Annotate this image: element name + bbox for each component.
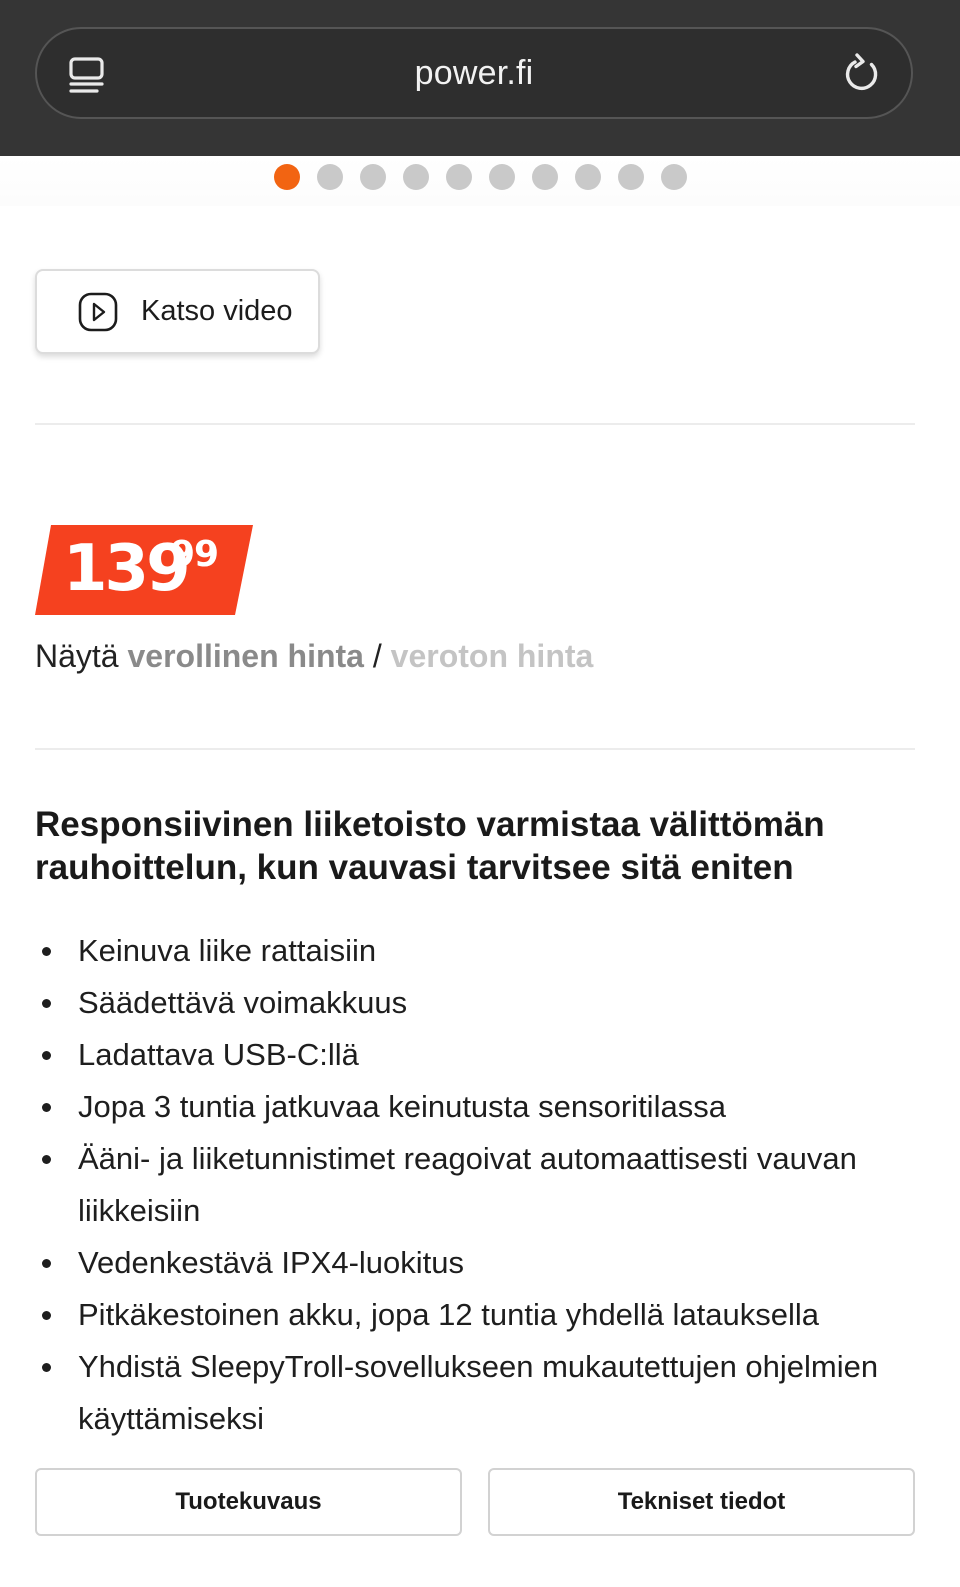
feature-item: Vedenkestävä IPX4-luokitus: [35, 1237, 915, 1289]
carousel-dot[interactable]: [359, 164, 386, 190]
browser-address-bar: power.fi: [0, 0, 960, 156]
vat-toggle: Näytä verollinen hinta / veroton hinta: [35, 638, 593, 675]
carousel-dot[interactable]: [660, 164, 687, 190]
vat-excl-link[interactable]: veroton hinta: [391, 638, 594, 674]
reload-icon[interactable]: [841, 53, 883, 95]
watch-video-label: Katso video: [141, 295, 293, 327]
carousel-dot[interactable]: [531, 164, 558, 190]
tab-product-description[interactable]: Tuotekuvaus: [35, 1468, 462, 1536]
feature-item: Ladattava USB-C:llä: [35, 1029, 915, 1081]
vat-prefix: Näytä: [35, 638, 119, 674]
carousel-dot[interactable]: [402, 164, 429, 190]
feature-item: Yhdistä SleepyTroll-sovellukseen mukaute…: [35, 1341, 915, 1445]
divider: [35, 748, 915, 750]
feature-item: Keinuva liike rattaisiin: [35, 925, 915, 977]
url-field[interactable]: power.fi: [35, 27, 913, 119]
feature-item: Säädettävä voimakkuus: [35, 977, 915, 1029]
tab-specifications[interactable]: Tekniset tiedot: [488, 1468, 915, 1536]
product-headline: Responsiivinen liiketoisto varmistaa väl…: [35, 805, 825, 887]
feature-item: Ääni- ja liiketunnistimet reagoivat auto…: [35, 1133, 915, 1237]
vat-separator: /: [372, 638, 382, 674]
feature-item: Jopa 3 tuntia jatkuvaa keinutusta sensor…: [35, 1081, 915, 1133]
watch-video-button[interactable]: Katso video: [35, 269, 320, 354]
price-tag: 139 99: [35, 525, 253, 615]
carousel-dots: [0, 164, 960, 190]
vat-incl-link[interactable]: verollinen hinta: [127, 638, 363, 674]
divider: [35, 423, 915, 425]
carousel-dot[interactable]: [617, 164, 644, 190]
carousel-dot-active[interactable]: [273, 164, 300, 190]
url-text[interactable]: power.fi: [37, 54, 911, 93]
price-value: 139: [63, 532, 191, 606]
feature-list: Keinuva liike rattaisiin Säädettävä voim…: [35, 925, 915, 1445]
carousel-dot[interactable]: [316, 164, 343, 190]
feature-item: Pitkäkestoinen akku, jopa 12 tuntia yhde…: [35, 1289, 915, 1341]
carousel-dot[interactable]: [445, 164, 472, 190]
carousel-dot[interactable]: [574, 164, 601, 190]
price-cents: 99: [170, 534, 219, 575]
carousel-dot[interactable]: [488, 164, 515, 190]
play-icon: [78, 292, 118, 331]
